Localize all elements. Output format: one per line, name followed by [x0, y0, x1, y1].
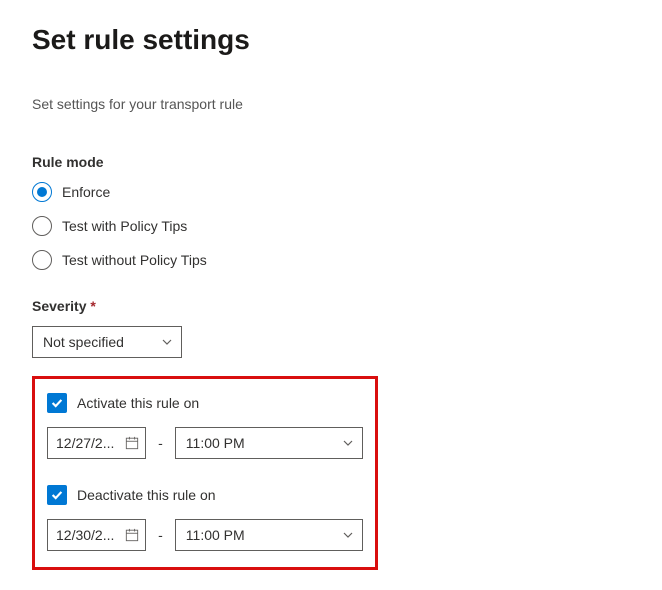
activation-highlight: Activate this rule on 12/27/2... - 11:00…	[32, 376, 378, 570]
range-dash: -	[158, 527, 163, 543]
deactivate-time-value: 11:00 PM	[186, 527, 245, 543]
chevron-down-icon	[342, 529, 354, 541]
chevron-down-icon	[342, 437, 354, 449]
activate-date-value: 12/27/2...	[56, 435, 114, 451]
calendar-icon	[125, 528, 139, 542]
radio-label: Test with Policy Tips	[62, 218, 187, 234]
radio-test-without-tips[interactable]: Test without Policy Tips	[32, 250, 630, 270]
deactivate-time-select[interactable]: 11:00 PM	[175, 519, 363, 551]
activate-date-input[interactable]: 12/27/2...	[47, 427, 146, 459]
required-marker: *	[90, 298, 95, 314]
deactivate-label: Deactivate this rule on	[77, 487, 216, 503]
page-description: Set settings for your transport rule	[32, 96, 630, 112]
chevron-down-icon	[161, 336, 173, 348]
rule-mode-group: Enforce Test with Policy Tips Test witho…	[32, 182, 630, 270]
radio-label: Enforce	[62, 184, 110, 200]
activate-checkbox-row[interactable]: Activate this rule on	[47, 393, 363, 413]
deactivate-checkbox-row[interactable]: Deactivate this rule on	[47, 485, 363, 505]
severity-label: Severity *	[32, 298, 630, 314]
page-title: Set rule settings	[32, 24, 630, 56]
activate-time-value: 11:00 PM	[186, 435, 245, 451]
radio-enforce[interactable]: Enforce	[32, 182, 630, 202]
severity-value: Not specified	[43, 334, 124, 350]
severity-select[interactable]: Not specified	[32, 326, 182, 358]
radio-test-with-tips[interactable]: Test with Policy Tips	[32, 216, 630, 236]
range-dash: -	[158, 435, 163, 451]
activate-label: Activate this rule on	[77, 395, 199, 411]
radio-icon	[32, 250, 52, 270]
activate-time-select[interactable]: 11:00 PM	[175, 427, 363, 459]
calendar-icon	[125, 436, 139, 450]
deactivate-date-input[interactable]: 12/30/2...	[47, 519, 146, 551]
radio-icon	[32, 216, 52, 236]
deactivate-date-value: 12/30/2...	[56, 527, 114, 543]
radio-icon	[32, 182, 52, 202]
checkbox-checked-icon	[47, 485, 67, 505]
radio-label: Test without Policy Tips	[62, 252, 207, 268]
rule-mode-label: Rule mode	[32, 154, 630, 170]
checkbox-checked-icon	[47, 393, 67, 413]
